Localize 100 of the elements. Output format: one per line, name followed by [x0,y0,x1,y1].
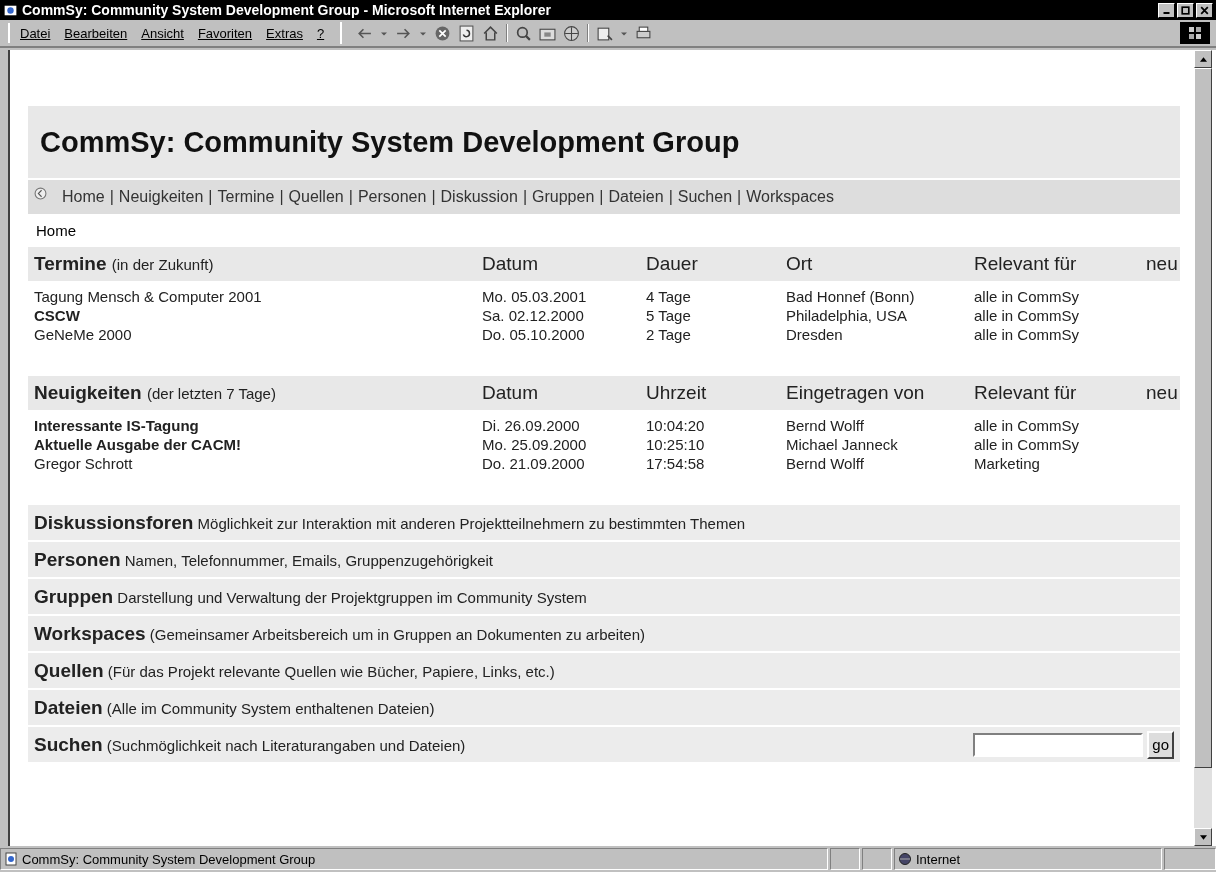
breadcrumb: Home [35,221,77,241]
scroll-down-arrow-icon[interactable] [1199,834,1207,840]
nav-link[interactable]: Termine [217,188,275,206]
nav-link[interactable]: Quellen [288,188,344,206]
column-header: Uhrzeit [646,382,707,403]
table-cell: 4 Tage [646,288,691,305]
nav-link[interactable]: Home [62,188,105,206]
nav-link[interactable]: Diskussion [440,188,518,206]
section-description: Möglichkeit zur Interaktion mit anderen Projektteilnehmern zu bestimmten Themen [197,514,746,532]
table-cell: alle in CommSy [974,326,1080,343]
status-panel [862,848,892,870]
status-text: CommSy: Community System Development Group [22,851,316,867]
column-header: Dauer [646,253,698,274]
section-title[interactable]: Gruppen [34,585,114,607]
menu-item[interactable]: Extras [266,25,303,41]
refresh-icon[interactable] [458,24,476,42]
column-header: neu [1146,382,1178,403]
home-icon[interactable] [482,24,500,42]
nav-link[interactable]: Workspaces [746,188,834,206]
section-subtitle: (der letzten 7 Tage) [147,385,276,402]
table-cell: alle in CommSy [974,436,1080,453]
nav-link[interactable]: Neuigkeiten [118,188,204,206]
entry-link[interactable]: GeNeMe 2000 [34,326,132,343]
table-cell: Bernd Wolff [786,417,864,434]
section-title[interactable]: Dateien [34,696,103,718]
separator: | [599,188,604,206]
menu-item[interactable]: Favoriten [197,25,253,41]
table-cell: Mo. 05.03.2001 [482,288,587,305]
nav-link[interactable]: Personen [357,188,427,206]
minimize-button[interactable] [1158,2,1175,18]
section-title[interactable]: Workspaces [34,622,146,644]
zone-text: Internet [916,851,961,867]
table-cell: alle in CommSy [974,307,1080,324]
table-cell: Bernd Wolff [786,455,864,472]
section-description: Namen, Telefonnummer, Emails, Gruppenzugehörigkeit [124,551,493,569]
scroll-up-arrow-icon[interactable] [1199,56,1207,62]
separator: | [668,188,673,206]
entry-link[interactable]: Tagung Mensch & Computer 2001 [34,288,262,305]
search-icon[interactable] [515,24,533,42]
table-cell: Dresden [786,326,843,343]
column-header: Datum [482,253,538,274]
table-cell: 10:25:10 [646,436,705,453]
separator: | [208,188,213,206]
menu-item[interactable]: ? [316,25,325,41]
separator: | [109,188,114,206]
table-cell: 2 Tage [646,326,691,343]
go-button[interactable]: go [1147,730,1174,759]
status-panel [1164,848,1216,870]
scrollbar[interactable] [1194,50,1212,846]
nav-link[interactable]: Gruppen [532,188,595,206]
close-icon [1198,4,1211,16]
table-cell: Philadelphia, USA [786,307,907,324]
close-button[interactable] [1196,2,1213,18]
section-title[interactable]: Neuigkeiten [34,382,142,403]
entry-link[interactable]: CSCW [34,307,80,324]
window-title: CommSy: Community System Development Group - Microsoft Internet Explorer [22,2,552,18]
separator: | [279,188,284,206]
table-cell: Marketing [974,455,1040,472]
section-subtitle: (in der Zukunft) [111,256,214,273]
section-title[interactable]: Suchen [34,733,103,755]
section-title[interactable]: Personen [34,548,121,570]
page-icon [4,852,18,866]
table-cell: Sa. 02.12.2000 [482,307,584,324]
menu-item[interactable]: Bearbeiten [64,25,128,41]
section-title[interactable]: Termine [34,253,107,274]
table-cell: 10:04:20 [646,417,705,434]
maximize-icon [1179,4,1192,16]
menu-item[interactable]: Datei [20,25,51,41]
minimize-icon [1163,11,1170,14]
back-circle-icon[interactable] [34,186,47,200]
separator: | [737,188,742,206]
section-title[interactable]: Quellen [34,659,104,681]
table-cell: 17:54:58 [646,455,705,472]
entry-link[interactable]: Interessante IS-Tagung [34,417,199,434]
stop-icon[interactable] [434,24,452,42]
table-cell: Mo. 25.09.2000 [482,436,587,453]
table-cell: alle in CommSy [974,417,1080,434]
table-cell: Do. 21.09.2000 [482,455,585,472]
column-header: Datum [482,382,538,403]
separator: | [522,188,528,206]
entry-link[interactable]: Aktuelle Ausgabe der CACM! [34,436,241,453]
entry-link[interactable]: Gregor Schrott [34,455,133,472]
section-title[interactable]: Diskussionsforen [34,511,194,533]
page-title: CommSy: Community System Development Group [40,125,740,159]
table-cell: Michael Janneck [786,436,898,453]
separator: | [431,188,436,206]
table-cell: Bad Honnef (Bonn) [786,288,915,305]
column-header: Relevant für [974,253,1077,274]
column-header: neu [1146,253,1178,274]
menu-item[interactable]: Ansicht [141,25,184,41]
column-header: Eingetragen von [786,382,925,403]
column-header: Ort [786,253,813,274]
section-description: Darstellung und Verwaltung der Projektgruppen im Community System [117,588,587,606]
search-field[interactable] [973,732,1144,757]
section-description: (Alle im Community System enthaltenen Dateien) [106,699,435,717]
maximize-button[interactable] [1177,2,1194,18]
nav-link[interactable]: Suchen [677,188,733,206]
column-header: Relevant für [974,382,1077,403]
table-cell: alle in CommSy [974,288,1080,305]
nav-link[interactable]: Dateien [608,188,664,206]
